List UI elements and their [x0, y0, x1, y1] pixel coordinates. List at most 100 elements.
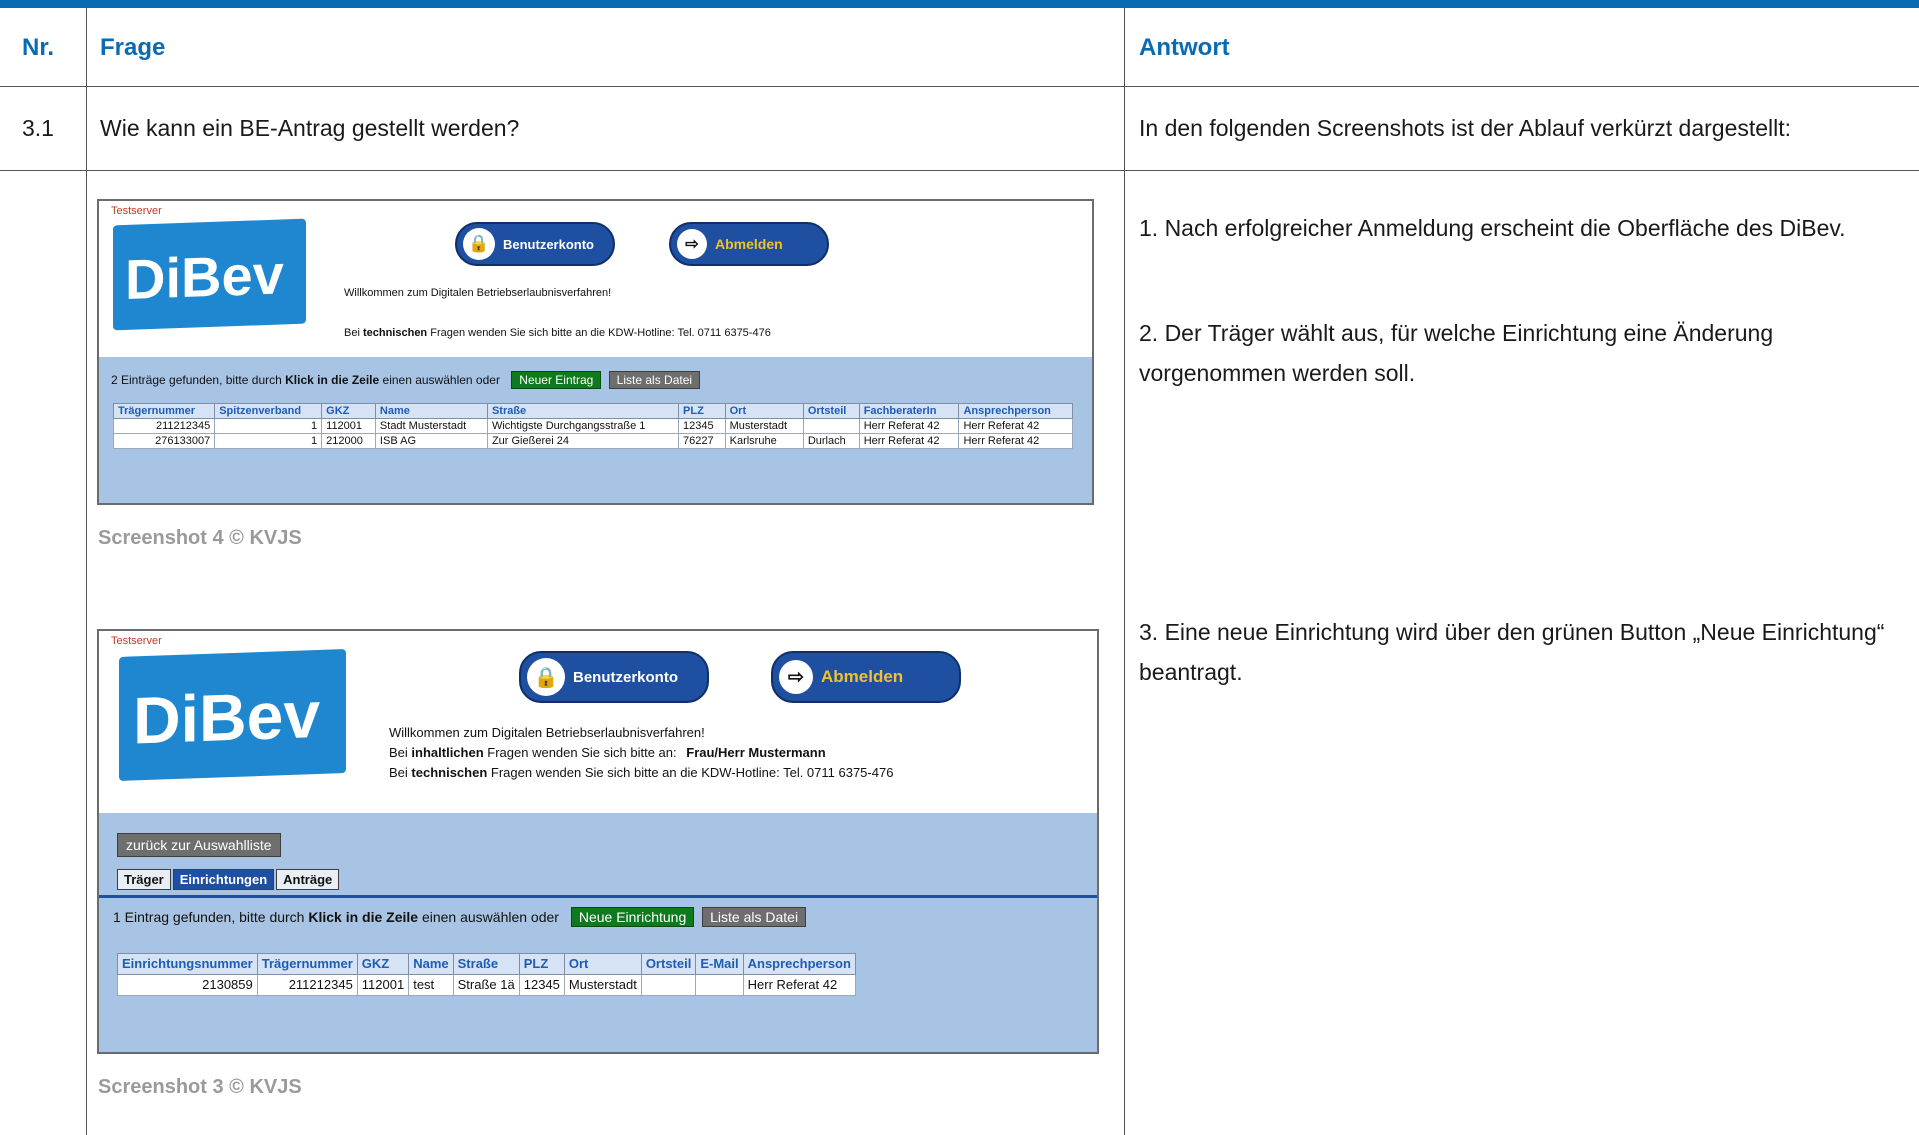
table-cell: Herr Referat 42 — [858, 418, 960, 434]
logout-icon: ⇨ — [677, 229, 707, 259]
col-header: Ort — [563, 953, 642, 975]
table-cell: 12345 — [678, 418, 726, 434]
table-cell: Musterstadt — [724, 418, 804, 434]
col-header: Ort — [724, 403, 804, 419]
table-cell: Herr Referat 42 — [958, 433, 1073, 449]
table-cell: Wichtigste Durchgangsstraße 1 — [486, 418, 680, 434]
account-button[interactable]: 🔒 Benutzerkonto — [455, 222, 615, 266]
logout-button-label: Abmelden — [715, 236, 783, 252]
back-to-list-button[interactable]: zurück zur Auswahlliste — [117, 833, 281, 857]
lock-icon: 🔒 — [527, 658, 565, 696]
table-cell: Zur Gießerei 24 — [486, 433, 680, 449]
logout-button[interactable]: ⇨ Abmelden — [669, 222, 829, 266]
table-cell: Stadt Musterstadt — [374, 418, 488, 434]
table-cell: Musterstadt — [563, 974, 642, 996]
tab-bar: Träger Einrichtungen Anträge — [117, 869, 340, 890]
col-header: Straße — [486, 403, 680, 419]
account-button-label: Benutzerkonto — [503, 236, 594, 252]
row-nr: 3.1 — [22, 115, 54, 141]
logo-text: DiBev — [125, 242, 284, 311]
caption-screenshot-3: Screenshot 3 © KVJS — [98, 1076, 302, 1098]
col-header: Ortsteil — [640, 953, 697, 975]
account-button-label: Benutzerkonto — [573, 668, 678, 686]
export-list-button[interactable]: Liste als Datei — [608, 371, 701, 389]
logout-icon: ⇨ — [779, 660, 813, 694]
col-header: Name — [408, 953, 454, 975]
entries-found-text: 2 Einträge gefunden, bitte durch Klick i… — [111, 371, 701, 389]
logout-button-label: Abmelden — [821, 667, 904, 686]
table-cell: 211212345 — [112, 418, 216, 434]
testserver-label: Testserver — [111, 205, 162, 217]
header-frage: Frage — [100, 34, 166, 61]
col-header: PLZ — [678, 403, 726, 419]
table-cell: 112001 — [356, 974, 410, 996]
new-entry-button[interactable]: Neuer Eintrag — [511, 371, 602, 389]
welcome-text: Willkommen zum Digitalen Betriebserlaubn… — [344, 287, 612, 299]
contact-name: Frau/Herr Mustermann — [686, 745, 826, 760]
col-header: Trägernummer — [256, 953, 358, 975]
table-cell: 1 — [214, 418, 323, 434]
table-cell: Durlach — [802, 433, 860, 449]
table-cell: test — [408, 974, 454, 996]
tab-einrichtungen[interactable]: Einrichtungen — [172, 869, 275, 890]
answer-step-1: 1. Nach erfolgreicher Anmeldung erschein… — [1139, 215, 1846, 241]
header-nr: Nr. — [22, 34, 55, 61]
col-header: Straße — [452, 953, 520, 975]
table-cell: 212000 — [321, 433, 376, 449]
col-header: E-Mail — [695, 953, 744, 975]
hotline-text: Bei technischen Fragen wenden Sie sich b… — [389, 765, 894, 780]
table-row[interactable]: 2130859 211212345 112001 test Straße 1ä … — [117, 974, 856, 996]
logo-text: DiBev — [133, 676, 321, 758]
col-header: GKZ — [321, 403, 376, 419]
col-header: FachberaterIn — [858, 403, 960, 419]
col-header: Ansprechperson — [958, 403, 1073, 419]
testserver-label: Testserver — [111, 635, 162, 647]
answer-step-3: 3. Eine neue Einrichtung wird über den g… — [1139, 619, 1885, 685]
col-header: Ortsteil — [802, 403, 860, 419]
column-divider-1 — [86, 8, 87, 1135]
table-cell — [802, 418, 860, 434]
screenshot-3: Testserver DiBev 🔒 Benutzerkonto ⇨ Abmel… — [97, 629, 1099, 1054]
export-list-button[interactable]: Liste als Datei — [702, 907, 807, 927]
table-row[interactable]: 276133007 1 212000 ISB AG Zur Gießerei 2… — [112, 433, 1073, 449]
column-divider-2 — [1124, 8, 1125, 1135]
logout-button[interactable]: ⇨ Abmelden — [771, 651, 961, 703]
screenshot-4: Testserver DiBev 🔒 Benutzerkonto ⇨ Abmel… — [97, 199, 1094, 505]
table-cell: Straße 1ä — [452, 974, 520, 996]
traeger-table: Trägernummer Spitzenverband GKZ Name Str… — [112, 403, 1073, 449]
table-cell: 211212345 — [256, 974, 358, 996]
new-facility-button[interactable]: Neue Einrichtung — [570, 907, 695, 927]
tab-traeger[interactable]: Träger — [117, 869, 171, 890]
table-cell: 1 — [214, 433, 323, 449]
hotline-text: Bei technischen Fragen wenden Sie sich b… — [344, 327, 771, 339]
account-button[interactable]: 🔒 Benutzerkonto — [519, 651, 709, 703]
content-contact-text: Bei inhaltlichen Fragen wenden Sie sich … — [389, 745, 826, 760]
col-header: Name — [374, 403, 488, 419]
col-header: PLZ — [518, 953, 565, 975]
caption-screenshot-4: Screenshot 4 © KVJS — [98, 527, 302, 549]
answer-step-2: 2. Der Träger wählt aus, für welche Einr… — [1139, 320, 1774, 386]
welcome-text: Willkommen zum Digitalen Betriebserlaubn… — [389, 725, 705, 740]
table-header-row: Trägernummer Spitzenverband GKZ Name Str… — [112, 403, 1073, 419]
table-header-row: Einrichtungsnummer Trägernummer GKZ Name… — [117, 953, 856, 975]
top-rule — [0, 0, 1919, 8]
table-row[interactable]: 211212345 1 112001 Stadt Musterstadt Wic… — [112, 418, 1073, 434]
table-cell: 76227 — [678, 433, 726, 449]
tab-antraege[interactable]: Anträge — [276, 869, 340, 890]
table-cell — [640, 974, 697, 996]
col-header: Spitzenverband — [214, 403, 323, 419]
row-divider-1 — [0, 170, 1919, 171]
entries-found-text: 1 Eintrag gefunden, bitte durch Klick in… — [113, 907, 807, 927]
header-antwort: Antwort — [1139, 34, 1230, 61]
content-band: zurück zur Auswahlliste Träger Einrichtu… — [99, 813, 1097, 1052]
table-cell — [695, 974, 744, 996]
lock-icon: 🔒 — [463, 228, 495, 260]
table-cell: 276133007 — [112, 433, 216, 449]
table-cell: Karlsruhe — [724, 433, 804, 449]
col-header: Trägernummer — [112, 403, 216, 419]
einrichtungen-table: Einrichtungsnummer Trägernummer GKZ Name… — [117, 953, 856, 996]
table-cell: 12345 — [518, 974, 565, 996]
row-divider-header — [0, 86, 1919, 87]
table-cell: 2130859 — [117, 974, 258, 996]
content-band: 2 Einträge gefunden, bitte durch Klick i… — [99, 357, 1092, 503]
